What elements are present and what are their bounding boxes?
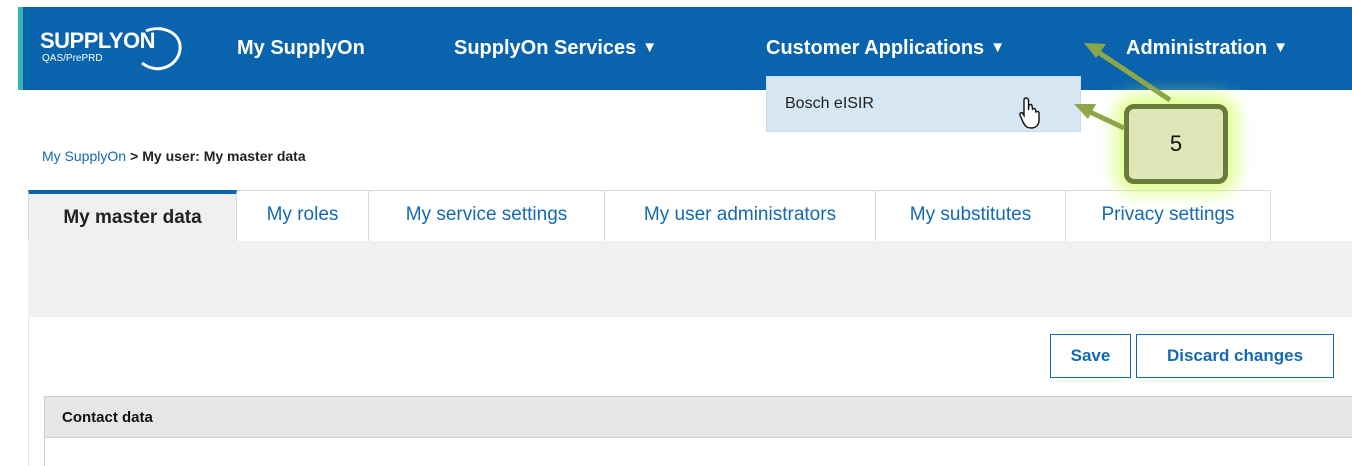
dropdown-item-bosch-eisir[interactable]: Bosch eISIR [785, 95, 874, 113]
tab-label: My user administrators [643, 204, 837, 225]
save-button[interactable]: Save [1050, 334, 1131, 378]
step-annotation-callout: 5 [1124, 104, 1228, 184]
nav-my-supplyon[interactable]: My SupplyOn [237, 37, 365, 60]
tab-label: Privacy settings [1101, 204, 1235, 225]
logo-swoosh-icon [141, 27, 182, 71]
nav-label: Customer Applications [766, 37, 985, 59]
tab-privacy-settings[interactable]: Privacy settings [1066, 190, 1271, 242]
discard-changes-button[interactable]: Discard changes [1136, 334, 1334, 378]
contact-data-body [44, 438, 1352, 466]
page: SUPPLYON QAS/PrePRD My SupplyOn SupplyOn… [0, 0, 1352, 466]
discard-button-label: Discard changes [1166, 346, 1304, 365]
annotation-arrow-to-option [1088, 109, 1126, 131]
breadcrumb-separator: > [130, 148, 139, 164]
breadcrumb-link-my-supplyon[interactable]: My SupplyOn [42, 148, 126, 164]
step-number: 5 [1169, 131, 1183, 156]
tab-label: My roles [266, 204, 339, 225]
breadcrumb-current: My user: My master data [142, 148, 306, 164]
chevron-down-icon: ▼ [642, 39, 658, 56]
tab-toolbar-band [28, 241, 1352, 317]
nav-label: Administration [1126, 37, 1268, 59]
save-button-label: Save [1070, 346, 1111, 365]
tab-my-roles[interactable]: My roles [237, 190, 369, 242]
hand-pointer-icon [1019, 97, 1040, 129]
supplyon-logo[interactable]: SUPPLYON QAS/PrePRD [40, 23, 190, 75]
accent-edge [18, 7, 23, 90]
top-navigation-bar: SUPPLYON QAS/PrePRD My SupplyOn SupplyOn… [18, 7, 1352, 90]
logo-subtitle: QAS/PrePRD [42, 53, 103, 64]
tab-label: My service settings [405, 204, 568, 225]
nav-administration[interactable]: Administration ▼ [1126, 37, 1288, 60]
tab-my-master-data[interactable]: My master data [28, 190, 237, 242]
nav-customer-applications[interactable]: Customer Applications ▼ [766, 37, 1005, 60]
tab-my-user-administrators[interactable]: My user administrators [605, 190, 876, 242]
nav-label: SupplyOn Services [454, 37, 637, 59]
section-title: Contact data [62, 409, 153, 426]
tab-label: My master data [63, 207, 202, 228]
chevron-down-icon: ▼ [1273, 39, 1288, 56]
breadcrumb: My SupplyOn > My user: My master data [42, 148, 306, 164]
chevron-down-icon: ▼ [990, 39, 1006, 56]
nav-supplyon-services[interactable]: SupplyOn Services ▼ [454, 37, 657, 60]
tab-my-service-settings[interactable]: My service settings [369, 190, 605, 242]
tab-label: My substitutes [909, 204, 1032, 225]
tab-my-substitutes[interactable]: My substitutes [876, 190, 1066, 242]
nav-label: My SupplyOn [237, 37, 365, 59]
contact-data-header: Contact data [44, 396, 1352, 438]
